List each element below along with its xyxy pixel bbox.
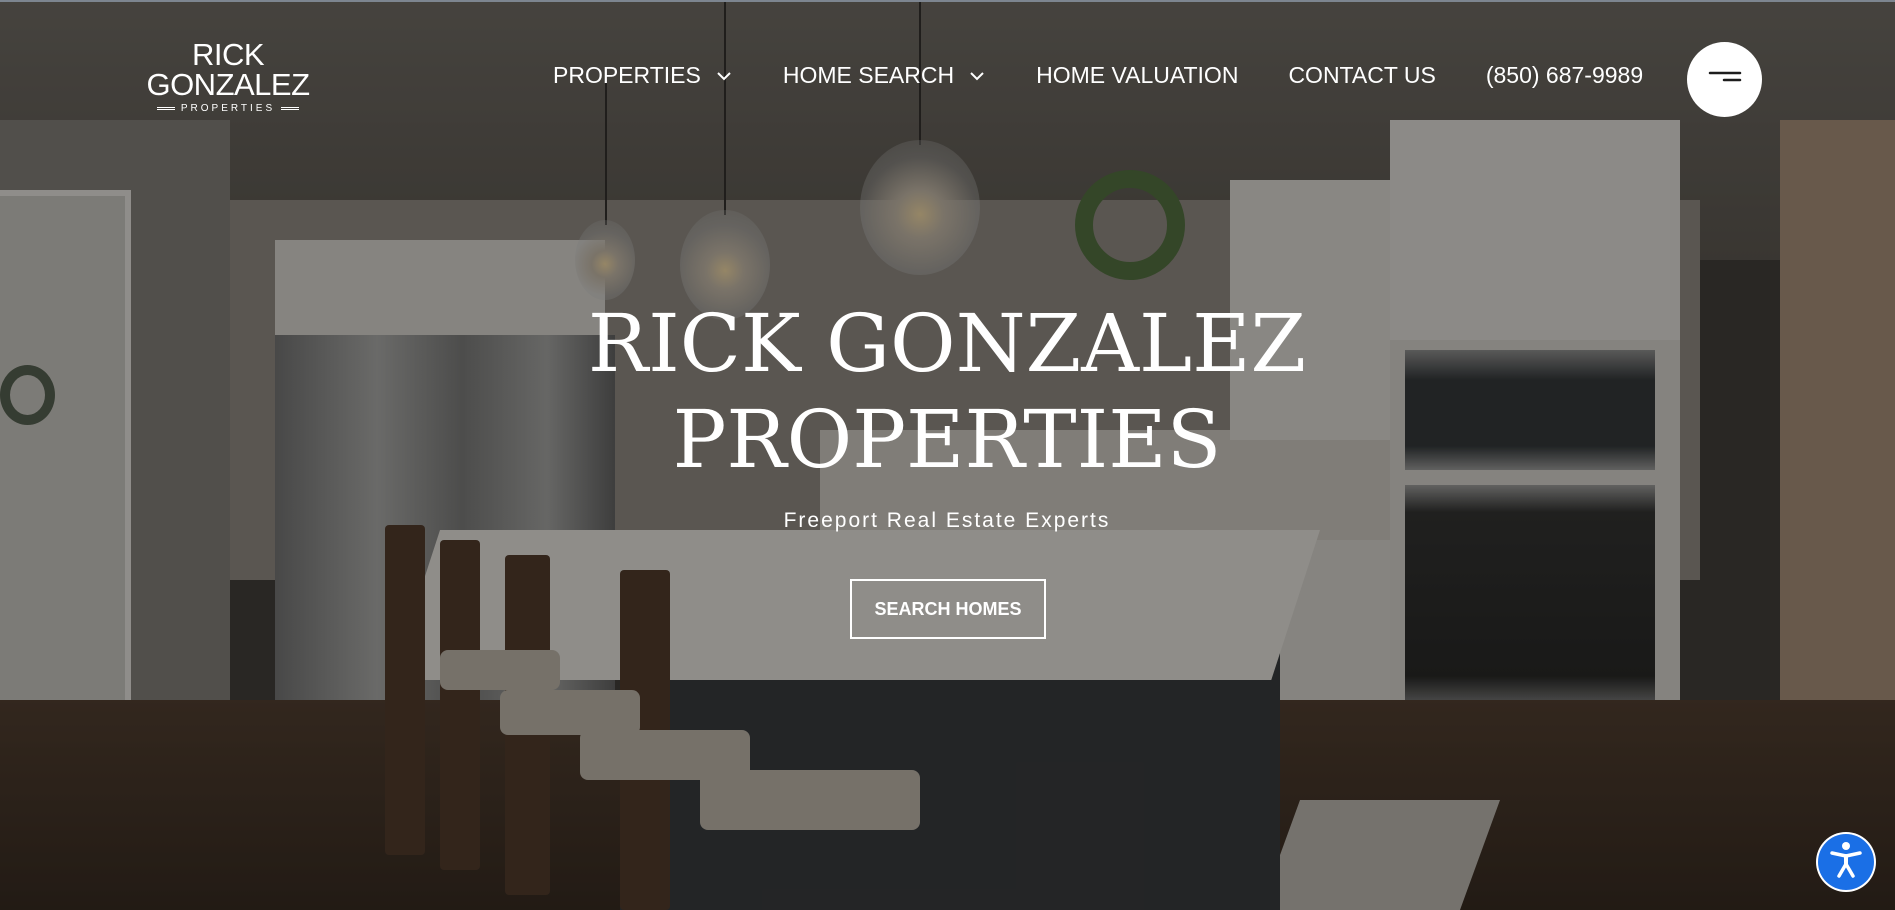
hero-title-line2: PROPERTIES: [672, 393, 1222, 486]
site-logo[interactable]: RICK GONZALEZ PROPERTIES: [136, 37, 320, 114]
phone-number: (850) 687-9989: [1485, 62, 1644, 88]
logo-text-gonzalez: GONZALEZ: [146, 67, 310, 102]
nav-item-home-search[interactable]: HOME SEARCH: [783, 62, 986, 89]
main-nav: PROPERTIES HOME SEARCH HOME VALUATION CO…: [553, 62, 1643, 89]
nav-item-properties[interactable]: PROPERTIES: [553, 62, 733, 89]
menu-lines-icon: [1708, 69, 1742, 90]
hero-subtitle: Freeport Real Estate Experts: [783, 509, 1111, 532]
menu-button[interactable]: [1687, 42, 1762, 117]
accessibility-icon: [1829, 841, 1863, 884]
nav-item-phone[interactable]: (850) 687-9989: [1486, 62, 1643, 89]
search-homes-button[interactable]: SEARCH HOMES: [850, 579, 1046, 639]
hero-title: RICK GONZALEZ PROPERTIES: [447, 296, 1447, 488]
nav-item-label: HOME VALUATION: [1036, 62, 1239, 88]
logo-rule-left: [156, 107, 175, 110]
top-border: [0, 0, 1895, 2]
hero-section: RICK GONZALEZ PROPERTIES PROPERTIES HOME…: [0, 0, 1895, 910]
logo-subtitle: PROPERTIES: [136, 103, 320, 114]
logo-text-properties: PROPERTIES: [180, 103, 276, 114]
nav-item-home-valuation[interactable]: HOME VALUATION: [1036, 62, 1238, 89]
nav-item-contact-us[interactable]: CONTACT US: [1288, 62, 1435, 89]
logo-text-rick: RICK: [191, 37, 265, 72]
chevron-down-icon[interactable]: [715, 67, 733, 85]
logo-rule-right: [281, 107, 300, 110]
hero-title-line1: RICK GONZALEZ: [587, 297, 1307, 390]
accessibility-button[interactable]: [1818, 834, 1874, 890]
chevron-down-icon[interactable]: [968, 67, 986, 85]
nav-item-label: PROPERTIES: [553, 62, 701, 88]
nav-item-label: CONTACT US: [1288, 62, 1436, 88]
nav-item-label: HOME SEARCH: [782, 62, 955, 88]
